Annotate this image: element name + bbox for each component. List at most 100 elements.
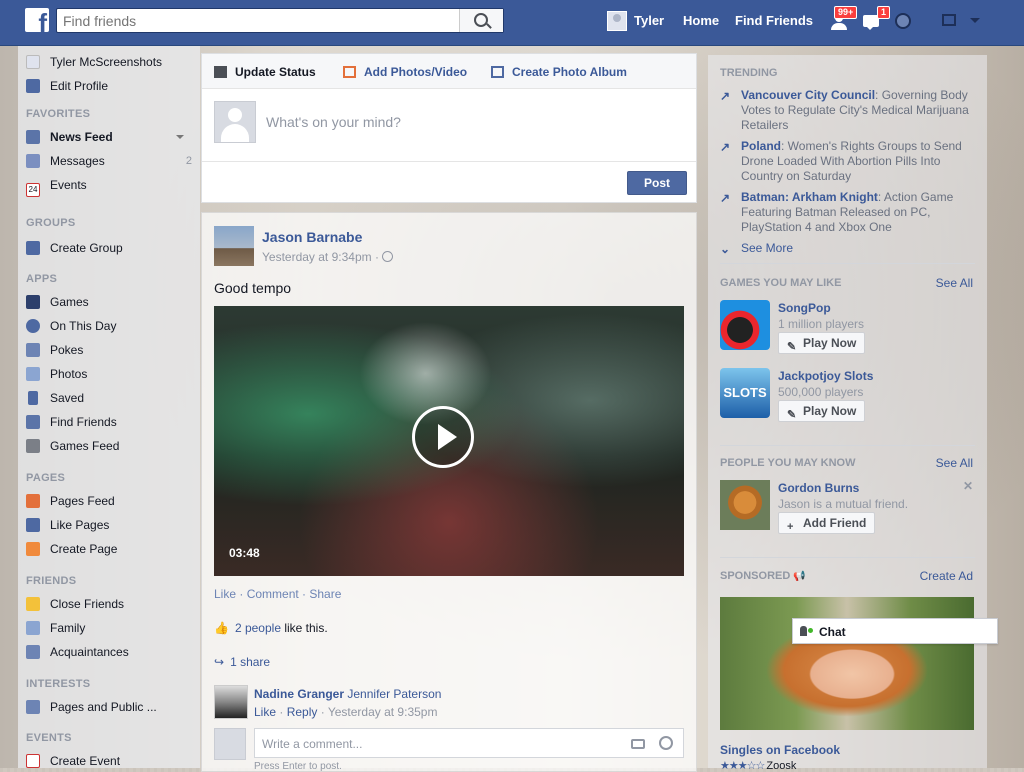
comment-like-link[interactable]: Like: [254, 705, 276, 719]
sidebar-item-pages-public[interactable]: Pages and Public ...: [26, 698, 157, 716]
author-name[interactable]: Jason Barnabe: [262, 229, 362, 245]
likes-summary: 👍 2 people like this.: [214, 621, 328, 635]
emoji-icon[interactable]: [659, 736, 673, 750]
sidebar-item-pages-feed[interactable]: Pages Feed: [26, 492, 115, 510]
megaphone-icon: 📢: [793, 571, 806, 582]
bookmark-icon: [28, 391, 38, 405]
trend-item[interactable]: ↗ Batman: Arkham Knight: Action Game Feat…: [720, 190, 970, 235]
create-page-icon: [26, 542, 40, 556]
sidebar-item-on-this-day[interactable]: On This Day: [26, 317, 116, 335]
find-friends-link[interactable]: Find Friends: [735, 13, 813, 28]
sidebar-item-create-event[interactable]: Create Event: [26, 752, 120, 770]
slots-icon-text: SLOTS: [723, 385, 767, 400]
saved-label: Saved: [50, 391, 85, 405]
home-link[interactable]: Home: [683, 13, 719, 28]
commenter-avatar[interactable]: [214, 685, 248, 719]
sidebar-profile[interactable]: Tyler McScreenshots: [26, 53, 162, 71]
add-friend-label: Add Friend: [803, 516, 867, 530]
ad-subtitle: Zoosk: [766, 760, 797, 772]
search-input[interactable]: [57, 9, 469, 32]
profile-link[interactable]: Tyler: [634, 13, 664, 28]
photos-icon: [26, 367, 40, 381]
sidebar-item-create-group[interactable]: Create Group: [26, 239, 123, 257]
see-more-trending[interactable]: ⌄ See More: [720, 241, 970, 256]
play-now-button[interactable]: ✎ Play Now: [778, 332, 866, 354]
ad-image[interactable]: [720, 597, 974, 730]
comment-link[interactable]: Comment: [247, 587, 299, 601]
jackpotjoy-slots-icon[interactable]: SLOTS: [720, 368, 770, 418]
close-icon[interactable]: ✕: [963, 479, 973, 493]
sidebar-item-find-friends[interactable]: Find Friends: [26, 413, 117, 431]
events-heading: EVENTS: [26, 732, 72, 744]
tab-create-album[interactable]: Create Photo Album: [491, 65, 627, 79]
sidebar-item-create-page[interactable]: Create Page: [26, 540, 117, 558]
sidebar-item-messages[interactable]: Messages 2: [26, 152, 192, 170]
sidebar-item-pokes[interactable]: Pokes: [26, 341, 83, 359]
my-comment-avatar: [214, 728, 246, 760]
author-avatar[interactable]: [214, 226, 254, 266]
sidebar-item-like-pages[interactable]: Like Pages: [26, 516, 109, 534]
account-menu-caret-icon[interactable]: [970, 18, 980, 28]
news-feed-icon: [26, 130, 40, 144]
user-avatar[interactable]: [607, 11, 627, 31]
pages-public-label: Pages and Public ...: [50, 700, 157, 714]
sidebar-item-events[interactable]: 24 Events: [26, 176, 87, 197]
ad-title[interactable]: Singles on Facebook: [720, 743, 840, 757]
create-ad-link[interactable]: Create Ad: [920, 569, 973, 583]
create-event-label: Create Event: [50, 754, 121, 768]
shares-link[interactable]: 1 share: [230, 655, 270, 669]
sidebar-item-photos[interactable]: Photos: [26, 365, 87, 383]
photos-label: Photos: [50, 367, 88, 381]
game-name[interactable]: SongPop: [778, 301, 831, 315]
video-player[interactable]: 03:48: [214, 306, 684, 576]
play-icon[interactable]: [412, 406, 474, 468]
edit-profile-label: Edit Profile: [50, 79, 109, 93]
comment-time[interactable]: Yesterday at 9:35pm: [328, 705, 438, 719]
sidebar-item-news-feed[interactable]: News Feed: [26, 128, 192, 146]
play-now-button[interactable]: ✎ Play Now: [778, 400, 866, 422]
divider: [720, 557, 975, 558]
sidebar-item-saved[interactable]: Saved: [26, 389, 84, 407]
pymk-see-all-link[interactable]: See All: [936, 456, 973, 470]
sidebar-item-close-friends[interactable]: Close Friends: [26, 595, 124, 613]
comment-reply-link[interactable]: Reply: [287, 705, 318, 719]
pymk-heading: PEOPLE YOU MAY KNOW: [720, 457, 856, 469]
calendar-icon: 24: [26, 183, 40, 197]
privacy-shortcuts-icon[interactable]: [942, 14, 956, 26]
games-see-all-link[interactable]: See All: [936, 276, 973, 290]
person-avatar[interactable]: [720, 480, 770, 530]
person-name[interactable]: Gordon Burns: [778, 481, 859, 495]
notifications-globe-icon[interactable]: [895, 13, 911, 29]
tab-update-status[interactable]: Update Status: [214, 65, 316, 79]
status-input[interactable]: What's on your mind?: [266, 114, 401, 130]
video-duration: 03:48: [229, 546, 260, 560]
commenter-name[interactable]: Nadine Granger: [254, 687, 344, 701]
tab-add-photos[interactable]: Add Photos/Video: [343, 65, 467, 79]
trend-item[interactable]: ↗ Vancouver City Council: Governing Body …: [720, 88, 970, 133]
tagged-name[interactable]: Jennifer Paterson: [347, 687, 441, 701]
news-feed-label: News Feed: [50, 130, 113, 144]
share-link[interactable]: Share: [309, 587, 341, 601]
write-comment-input[interactable]: Write a comment...: [254, 728, 684, 758]
camera-icon[interactable]: [631, 739, 645, 749]
game-name[interactable]: Jackpotjoy Slots: [778, 369, 873, 383]
search-button[interactable]: [459, 9, 503, 32]
chevron-down-icon: ⌄: [720, 242, 731, 256]
sidebar-item-games[interactable]: Games: [26, 293, 89, 311]
story-timestamp[interactable]: Yesterday at 9:34pm ·: [262, 250, 394, 264]
sidebar-edit-profile[interactable]: Edit Profile: [26, 77, 108, 95]
news-feed-options-caret-icon[interactable]: [176, 135, 184, 143]
songpop-icon[interactable]: [720, 300, 770, 350]
sidebar-item-games-feed[interactable]: Games Feed: [26, 437, 119, 455]
add-friend-button[interactable]: + Add Friend: [778, 512, 876, 534]
trend-item[interactable]: ↗ Poland: Women's Rights Groups to Send D…: [720, 139, 970, 184]
acquaintances-label: Acquaintances: [50, 645, 129, 659]
profile-name: Tyler McScreenshots: [50, 55, 163, 69]
likes-link[interactable]: 2 people: [235, 621, 281, 635]
post-button[interactable]: Post: [627, 171, 687, 195]
facebook-logo-icon[interactable]: f: [25, 8, 49, 32]
sidebar-item-acquaintances[interactable]: Acquaintances: [26, 643, 129, 661]
sidebar-item-family[interactable]: Family: [26, 619, 85, 637]
like-link[interactable]: Like: [214, 587, 236, 601]
chat-bar[interactable]: Chat: [792, 618, 998, 644]
